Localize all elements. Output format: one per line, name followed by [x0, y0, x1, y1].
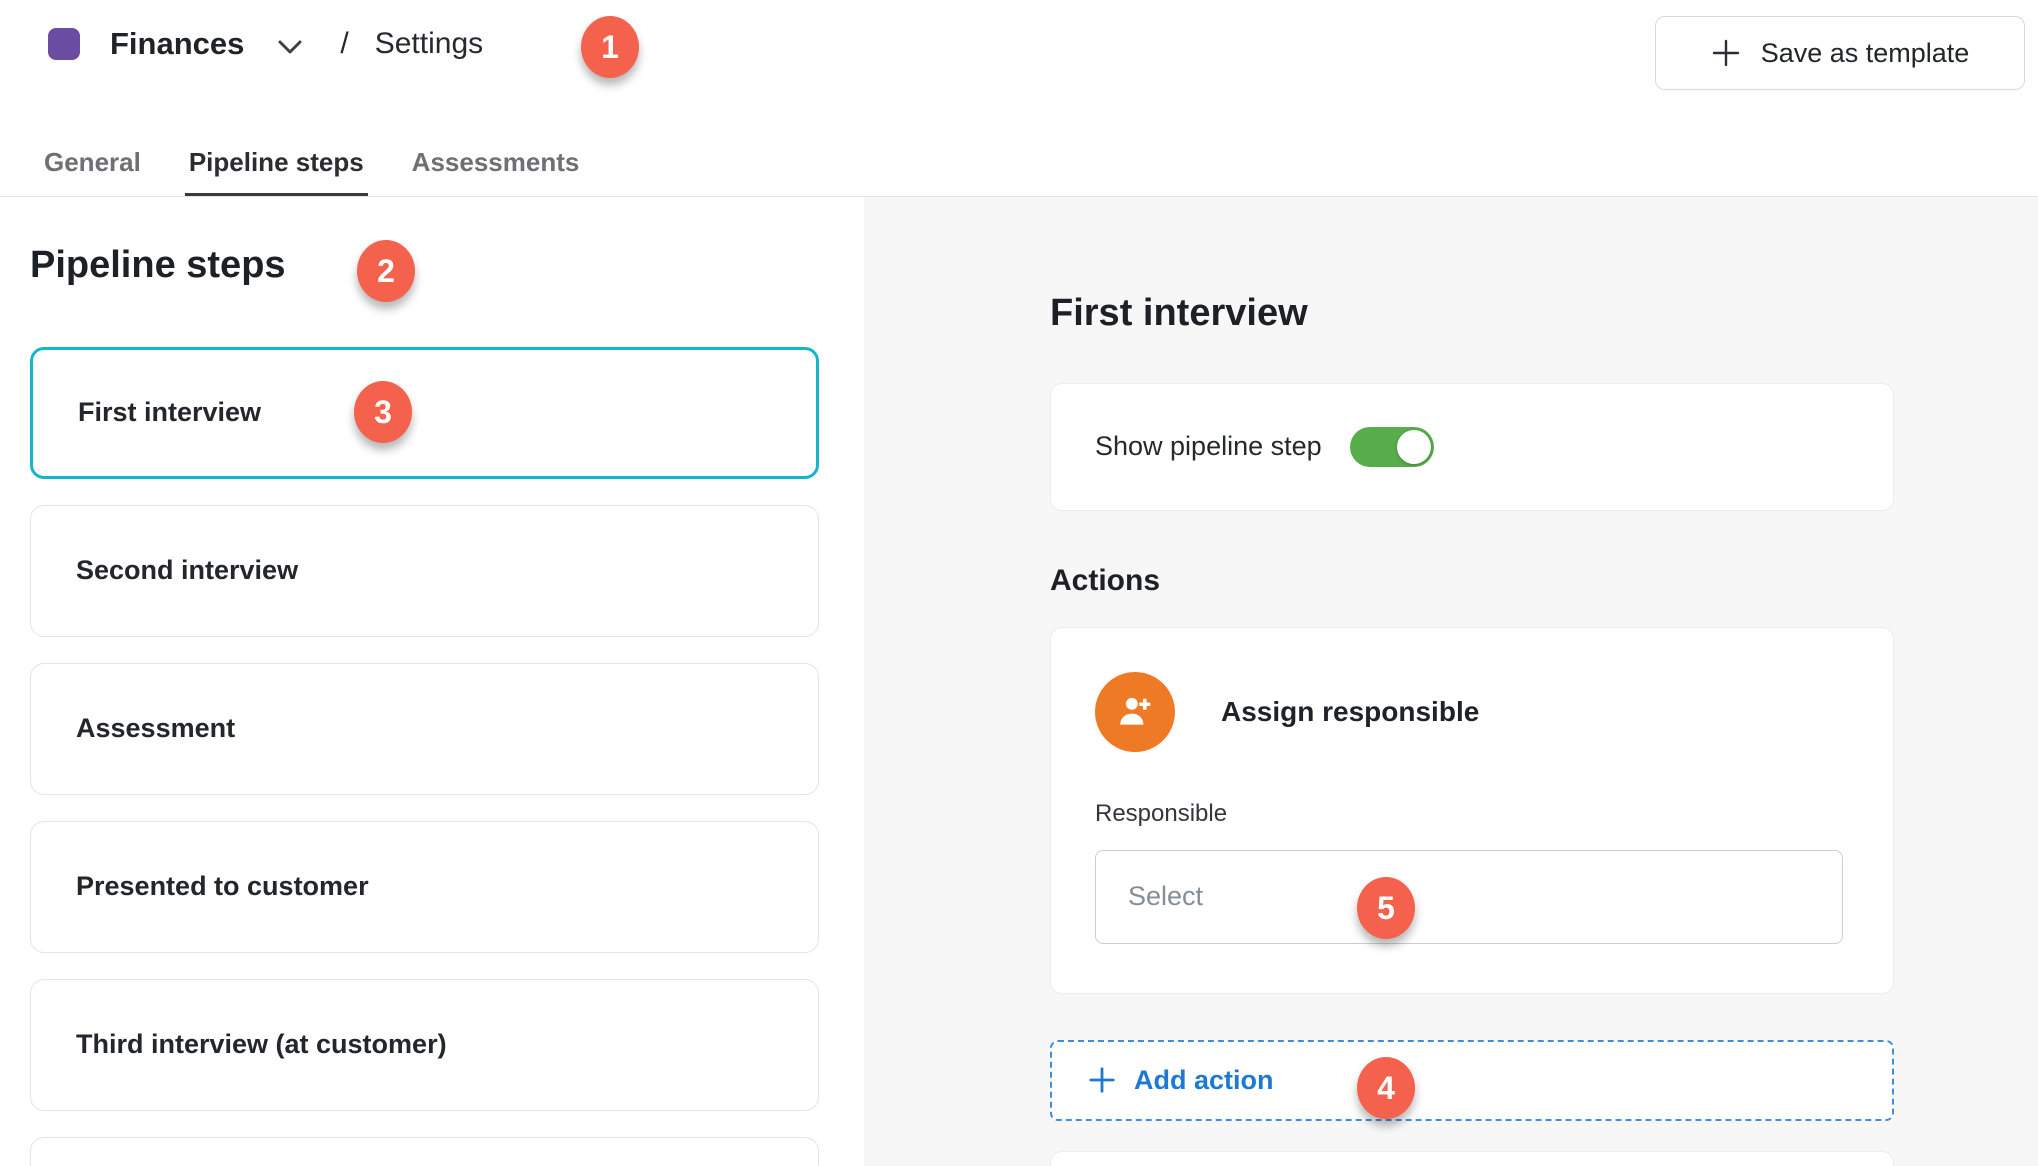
show-pipeline-step-label: Show pipeline step	[1095, 431, 1322, 462]
save-as-template-label: Save as template	[1761, 38, 1970, 69]
plus-icon	[1711, 38, 1741, 68]
step-label: Presented to customer	[76, 871, 369, 902]
page-title: Settings	[375, 27, 483, 61]
workspace-icon	[48, 28, 80, 60]
plus-icon	[1088, 1066, 1116, 1094]
select-placeholder: Select	[1128, 881, 1203, 912]
step-card-second-interview[interactable]: Second interview	[30, 505, 819, 637]
pipeline-steps-title: Pipeline steps	[30, 243, 864, 289]
step-detail-title: First interview	[1050, 291, 2038, 337]
next-card-partial	[1050, 1151, 1894, 1166]
toggle-knob	[1397, 430, 1431, 464]
person-add-icon	[1095, 672, 1175, 752]
settings-page: Finances / Settings Save as template Gen…	[0, 0, 2038, 1166]
actions-title: Actions	[1050, 563, 2038, 599]
step-list: First interview Second interview Assessm…	[30, 347, 864, 1166]
step-label: Assessment	[76, 713, 235, 744]
action-header: Assign responsible	[1095, 672, 1849, 752]
step-card-assessment[interactable]: Assessment	[30, 663, 819, 795]
action-title: Assign responsible	[1221, 696, 1479, 728]
pipeline-steps-panel: Pipeline steps First interview Second in…	[0, 197, 864, 1166]
tab-pipeline-steps[interactable]: Pipeline steps	[185, 147, 368, 196]
responsible-field-label: Responsible	[1095, 800, 1849, 828]
workspace-name[interactable]: Finances	[110, 26, 244, 62]
show-pipeline-step-card: Show pipeline step	[1050, 383, 1894, 511]
assign-responsible-card: Assign responsible Responsible Select	[1050, 627, 1894, 994]
responsible-select[interactable]: Select	[1095, 850, 1843, 944]
save-as-template-button[interactable]: Save as template	[1655, 16, 2025, 90]
step-card-first-interview[interactable]: First interview	[30, 347, 819, 479]
annotation-badge-2: 2	[357, 240, 415, 302]
topbar: Finances / Settings Save as template Gen…	[0, 0, 2038, 197]
step-label: Third interview (at customer)	[76, 1029, 447, 1060]
annotation-badge-4: 4	[1357, 1057, 1415, 1119]
add-action-label: Add action	[1134, 1065, 1274, 1096]
annotation-badge-1: 1	[581, 16, 639, 78]
step-label: Second interview	[76, 555, 298, 586]
chevron-down-icon[interactable]	[278, 40, 302, 55]
step-card-partial[interactable]	[30, 1137, 819, 1166]
tab-general[interactable]: General	[40, 147, 145, 196]
step-label: First interview	[78, 397, 261, 428]
tab-assessments[interactable]: Assessments	[408, 147, 584, 196]
step-card-third-interview[interactable]: Third interview (at customer)	[30, 979, 819, 1111]
breadcrumb-separator: /	[340, 27, 348, 61]
show-pipeline-step-toggle[interactable]	[1350, 427, 1434, 467]
annotation-badge-5: 5	[1357, 877, 1415, 939]
breadcrumb: Finances / Settings	[48, 22, 483, 66]
annotation-badge-3: 3	[354, 381, 412, 443]
add-action-button[interactable]: Add action	[1050, 1040, 1894, 1121]
tab-bar: General Pipeline steps Assessments	[40, 147, 623, 196]
step-card-presented-to-customer[interactable]: Presented to customer	[30, 821, 819, 953]
step-detail-panel: First interview Show pipeline step Actio…	[864, 197, 2038, 1166]
